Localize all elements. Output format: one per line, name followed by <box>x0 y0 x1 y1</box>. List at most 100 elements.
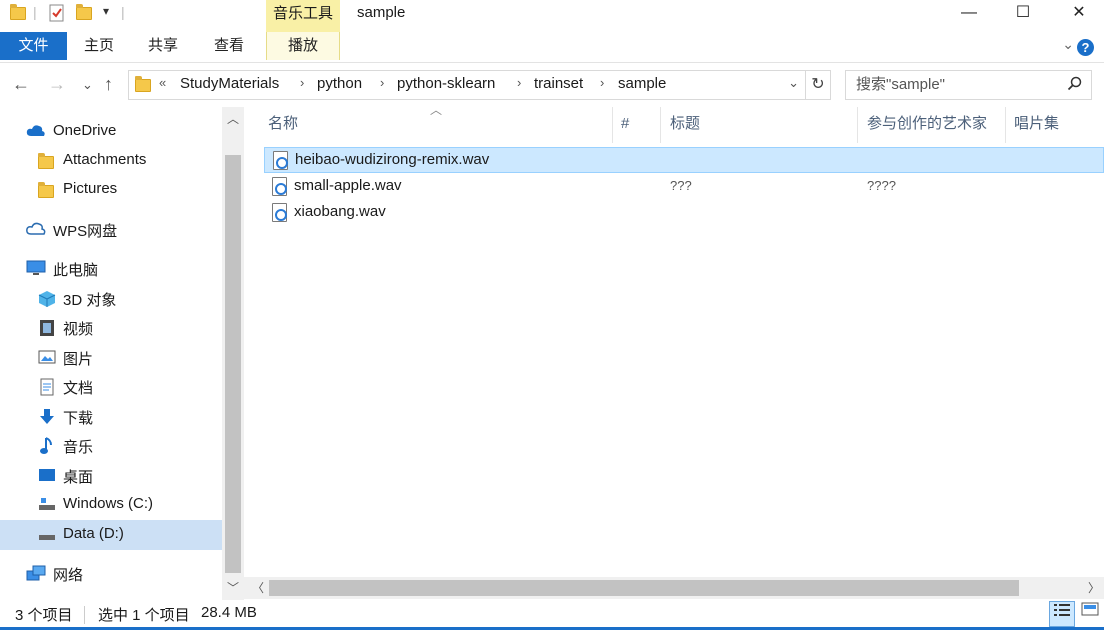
recent-locations-button[interactable]: ⌄ <box>82 77 93 93</box>
chevron-left-icon[interactable]: 〈 <box>248 577 268 599</box>
scrollbar-thumb[interactable] <box>225 155 241 573</box>
sidebar-scrollbar[interactable]: ︿ ﹀ <box>222 107 244 600</box>
new-folder-icon[interactable] <box>76 4 94 22</box>
table-row[interactable]: xiaobang.wav <box>264 200 1104 226</box>
breadcrumb-python[interactable]: python <box>317 75 362 92</box>
maximize-button[interactable]: ☐ <box>1000 0 1046 28</box>
sidebar-item-wps[interactable]: WPS网盘 <box>0 215 222 245</box>
help-icon[interactable]: ? <box>1077 39 1094 56</box>
column-header-album[interactable]: 唱片集 <box>1014 112 1059 142</box>
tab-file[interactable]: 文件 <box>0 32 67 60</box>
sidebar-item-pictures[interactable]: Pictures <box>0 175 222 205</box>
folder-icon <box>38 152 56 170</box>
search-icon[interactable] <box>1067 76 1083 96</box>
audio-file-icon <box>272 177 287 196</box>
overflow-icon[interactable]: « <box>159 75 166 90</box>
chevron-down-icon[interactable]: ﹀ <box>222 576 244 600</box>
refresh-button[interactable]: ↻ <box>805 70 831 100</box>
folder-icon <box>10 4 28 22</box>
folder-icon <box>38 181 56 199</box>
back-button[interactable]: ← <box>12 74 30 95</box>
column-header-number[interactable]: # <box>621 112 629 142</box>
picture-icon <box>38 349 56 367</box>
column-header-artist[interactable]: 参与创作的艺术家 <box>867 112 987 142</box>
tab-view[interactable]: 查看 <box>208 32 250 60</box>
sidebar-item-label: 下载 <box>63 410 94 427</box>
up-button[interactable]: ↑ <box>104 74 113 95</box>
column-header-name[interactable]: 名称 <box>268 112 298 142</box>
table-row[interactable]: heibao-wudizirong-remix.wav <box>264 147 1104 173</box>
chevron-down-icon[interactable]: ⌄ <box>788 75 799 91</box>
sidebar-item-music[interactable]: 音乐 <box>0 431 222 461</box>
chevron-right-icon[interactable]: › <box>300 75 304 90</box>
tab-share[interactable]: 共享 <box>142 32 184 60</box>
sidebar-item-label: Windows (C:) <box>63 495 154 512</box>
sidebar-item-pictures-lib[interactable]: 图片 <box>0 343 222 373</box>
selection-size: 28.4 MB <box>201 604 257 621</box>
sidebar-item-onedrive[interactable]: OneDrive <box>0 117 222 147</box>
chevron-up-icon[interactable]: ︿ <box>222 107 244 131</box>
sidebar-item-downloads[interactable]: 下载 <box>0 402 222 432</box>
column-divider[interactable] <box>612 107 613 143</box>
breadcrumb-python-sklearn[interactable]: python-sklearn <box>397 75 495 92</box>
address-bar[interactable]: « StudyMaterials › python › python-sklea… <box>128 70 806 100</box>
chevron-right-icon[interactable]: › <box>600 75 604 90</box>
sidebar-item-attachments[interactable]: Attachments <box>0 146 222 176</box>
title-bar: | ▾ | 音乐工具 sample — ☐ ✕ <box>0 0 1104 32</box>
table-row[interactable]: small-apple.wav ??? ???? <box>264 174 1104 200</box>
network-icon <box>26 565 46 583</box>
scrollbar-thumb[interactable] <box>269 580 1019 596</box>
cloud-icon <box>26 123 45 141</box>
computer-icon <box>26 260 46 278</box>
file-artist: ???? <box>867 178 896 193</box>
customize-toolbar-icon[interactable]: ▾ <box>103 4 109 18</box>
desktop-icon <box>38 467 56 485</box>
file-title: ??? <box>670 178 692 193</box>
tab-home[interactable]: 主页 <box>78 32 120 60</box>
music-icon <box>38 437 56 455</box>
sidebar-item-3d-objects[interactable]: 3D 对象 <box>0 284 222 314</box>
sort-ascending-icon: ︿ <box>430 103 443 117</box>
large-icons-view-button[interactable] <box>1077 601 1103 627</box>
horizontal-scrollbar[interactable]: 〈 〉 <box>244 577 1104 599</box>
sidebar-item-label: 文档 <box>63 380 94 397</box>
chevron-right-icon[interactable]: › <box>517 75 521 90</box>
minimize-button[interactable]: — <box>946 0 992 28</box>
cube-icon <box>38 290 56 308</box>
breadcrumb-sample[interactable]: sample <box>618 75 666 92</box>
sidebar-item-drive-d[interactable]: Data (D:) <box>0 520 222 550</box>
sidebar-item-label: 网络 <box>53 567 84 584</box>
column-divider[interactable] <box>1005 107 1006 143</box>
sidebar-item-this-pc[interactable]: 此电脑 <box>0 254 222 284</box>
breadcrumb-studymaterials[interactable]: StudyMaterials <box>180 75 279 92</box>
drive-icon <box>38 526 56 544</box>
sidebar-item-label: 图片 <box>63 351 94 368</box>
sidebar-item-videos[interactable]: 视频 <box>0 313 222 343</box>
tab-play[interactable]: 播放 <box>266 32 340 60</box>
file-list: ︿ 名称 # 标题 参与创作的艺术家 唱片集 heibao-wudizirong… <box>244 103 1104 577</box>
sidebar-item-label: WPS网盘 <box>53 223 118 240</box>
forward-button[interactable]: → <box>48 74 66 95</box>
search-box[interactable] <box>845 70 1092 100</box>
sidebar-item-label: 音乐 <box>63 439 94 456</box>
document-icon <box>38 378 56 396</box>
details-view-button[interactable] <box>1049 601 1075 627</box>
sidebar-item-label: 3D 对象 <box>63 292 117 309</box>
expand-ribbon-icon[interactable]: ⌄ <box>1062 36 1074 53</box>
column-divider[interactable] <box>857 107 858 143</box>
search-input[interactable] <box>856 76 1056 93</box>
sidebar-item-label: Data (D:) <box>63 525 124 542</box>
sidebar-item-documents[interactable]: 文档 <box>0 372 222 402</box>
status-bar: 3 个项目 选中 1 个项目 28.4 MB <box>0 600 1104 630</box>
sidebar-item-desktop[interactable]: 桌面 <box>0 461 222 491</box>
properties-icon[interactable] <box>48 4 66 22</box>
audio-file-icon <box>272 203 287 222</box>
breadcrumb-trainset[interactable]: trainset <box>534 75 583 92</box>
sidebar-item-drive-c[interactable]: Windows (C:) <box>0 490 222 520</box>
column-header-title[interactable]: 标题 <box>670 112 700 142</box>
column-divider[interactable] <box>660 107 661 143</box>
chevron-right-icon[interactable]: › <box>380 75 384 90</box>
sidebar-item-network[interactable]: 网络 <box>0 559 222 589</box>
close-button[interactable]: ✕ <box>1056 0 1102 28</box>
chevron-right-icon[interactable]: 〉 <box>1084 577 1104 599</box>
